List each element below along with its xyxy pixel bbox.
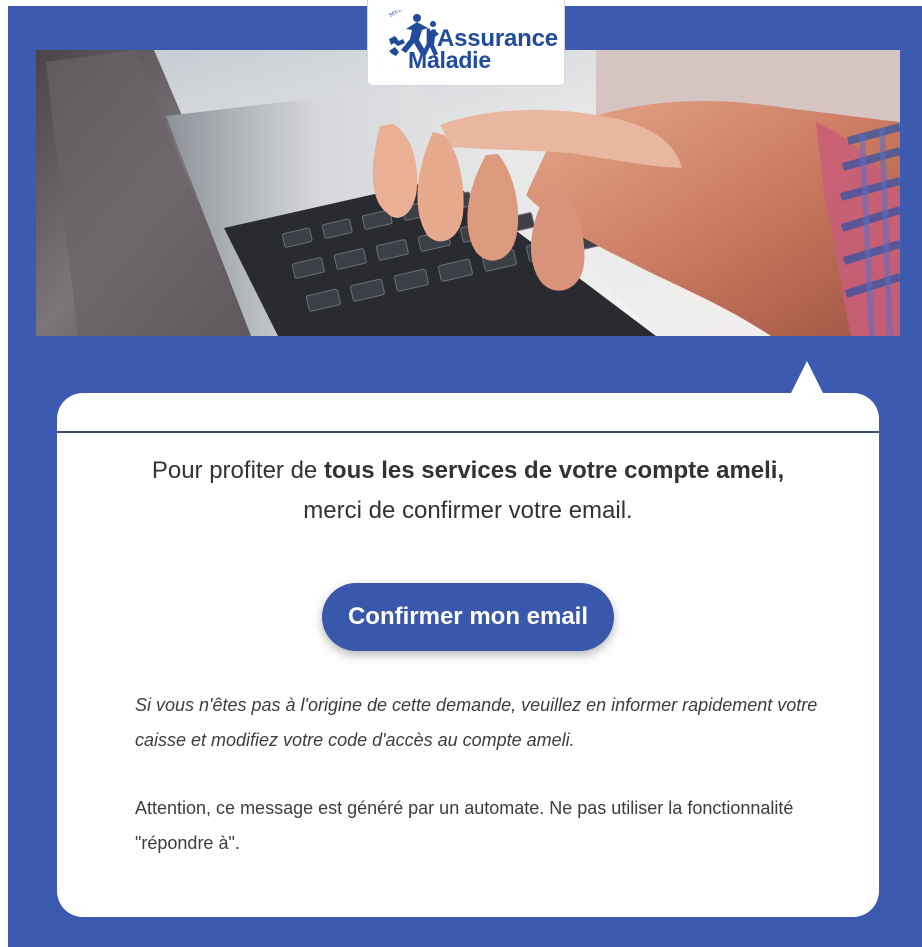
automated-message-notice: Attention, ce message est généré par un … bbox=[135, 798, 794, 853]
email-container: SECURITE SOCIALE l'Assurance Maladie Pou… bbox=[8, 0, 922, 947]
intro-strong: tous les services de votre compte ameli, bbox=[323, 457, 785, 484]
card-divider bbox=[57, 431, 879, 433]
assurance-maladie-logo: SECURITE SOCIALE l'Assurance Maladie bbox=[367, 0, 565, 86]
message-card: Pour profiter de tous les services de vo… bbox=[57, 393, 879, 917]
confirmation-message: Pour profiter de tous les services de vo… bbox=[57, 451, 879, 531]
confirm-email-button[interactable]: Confirmer mon email bbox=[322, 583, 614, 651]
logo-line-maladie: Maladie bbox=[408, 47, 491, 73]
speech-bubble-pointer bbox=[790, 361, 824, 395]
email-frame: SECURITE SOCIALE l'Assurance Maladie Pou… bbox=[0, 0, 922, 947]
intro-line-2: merci de confirmer votre email. bbox=[303, 497, 633, 524]
svg-text:SECURITE SOCIALE: SECURITE SOCIALE bbox=[388, 10, 434, 19]
hero-image bbox=[36, 50, 900, 336]
hero-illustration bbox=[36, 50, 900, 336]
logo-wordmark: l'Assurance Maladie bbox=[408, 27, 558, 72]
intro-prefix: Pour profiter de bbox=[151, 457, 324, 484]
origin-warning-text: Si vous n'êtes pas à l'origine de cette … bbox=[135, 695, 818, 750]
